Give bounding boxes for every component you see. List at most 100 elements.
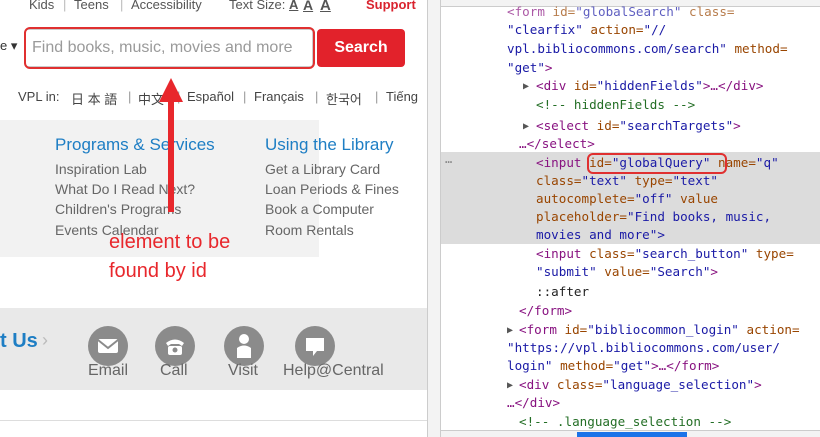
more-options-icon[interactable]: …	[445, 152, 452, 166]
person-icon[interactable]	[224, 326, 264, 366]
dom-comment[interactable]: <!-- hiddenFields -->	[536, 96, 695, 113]
dom-line[interactable]: vpl.bibliocommons.com/search" method=	[507, 40, 788, 57]
selected-dom-line[interactable]: placeholder="Find books, music,	[536, 208, 771, 225]
visit-label[interactable]: Visit	[228, 362, 258, 380]
attr-text: method=	[552, 358, 614, 373]
help-central-label[interactable]: Help@Central	[283, 362, 384, 380]
chat-icon[interactable]	[295, 326, 335, 366]
expand-triangle-icon[interactable]: ▶	[507, 377, 513, 394]
expand-triangle-icon[interactable]: ▶	[523, 118, 529, 135]
selected-dom-line[interactable]: class="text" type="text"	[536, 172, 718, 189]
nav-accessibility-link[interactable]: Accessibility	[131, 0, 202, 12]
attr-text: class=	[589, 246, 635, 261]
nav-teens-link[interactable]: Teens	[74, 0, 109, 12]
tag-text: <select	[536, 118, 597, 133]
search-button[interactable]: Search	[317, 29, 405, 67]
column-heading[interactable]: Programs & Services	[55, 135, 215, 155]
column-link[interactable]: Loan Periods & Fines	[265, 181, 399, 197]
dom-line[interactable]: "get">	[507, 59, 553, 76]
dom-line[interactable]: <select id="searchTargets">	[536, 117, 741, 134]
attr-text: placeholder=	[536, 209, 627, 224]
divider-line	[0, 420, 427, 421]
value-text: "Search"	[649, 264, 711, 279]
attr-text: type=	[748, 246, 794, 261]
selected-dom-line[interactable]: <input id="globalQuery" name="q"	[536, 154, 779, 171]
contact-us-heading[interactable]: t Us	[0, 330, 38, 353]
language-korean-link[interactable]: 한국어	[326, 89, 362, 108]
email-icon[interactable]	[88, 326, 128, 366]
phone-icon[interactable]	[155, 326, 195, 366]
language-spanish-link[interactable]: Español	[187, 89, 234, 104]
dom-line[interactable]: <div class="language_selection">	[519, 376, 762, 393]
panel-divider[interactable]	[427, 0, 441, 437]
pseudo-element-line[interactable]: ::after	[536, 283, 589, 300]
language-french-link[interactable]: Français	[254, 89, 304, 104]
attr-text: name=	[710, 155, 756, 170]
dom-comment[interactable]: <!-- .language_selection -->	[519, 413, 731, 430]
attr-text: id=	[573, 78, 597, 93]
dom-line[interactable]: "submit" value="Search">	[536, 263, 718, 280]
chevron-right-icon: ›	[42, 330, 48, 350]
tag-text: >…</div>	[702, 78, 764, 93]
expand-triangle-icon[interactable]: ▶	[507, 322, 513, 339]
column-heading[interactable]: Using the Library	[265, 135, 394, 155]
column-link[interactable]: Inspiration Lab	[55, 161, 147, 177]
language-vietnamese-link[interactable]: Tiếng	[386, 89, 418, 104]
breadcrumb-selected[interactable]	[577, 432, 687, 437]
tag-text: <div	[536, 78, 574, 93]
language-separator: |	[243, 89, 247, 104]
tag-text: <input	[536, 246, 590, 261]
dom-line[interactable]: <form id="globalSearch" class=	[507, 3, 734, 20]
call-label[interactable]: Call	[160, 362, 188, 380]
text-size-label: Text Size:	[229, 0, 286, 12]
value-text: "text"	[581, 173, 628, 188]
value-text: "submit"	[536, 264, 597, 279]
value-text: "//	[643, 22, 667, 37]
value-text: "globalQuery"	[611, 155, 711, 170]
email-label[interactable]: Email	[88, 362, 128, 380]
nav-kids-link[interactable]: Kids	[29, 0, 54, 12]
search-scope-dropdown[interactable]: e ▾	[0, 38, 17, 54]
value-text: "hiddenFields"	[596, 78, 703, 93]
value-text: "get"	[507, 60, 545, 75]
expand-triangle-icon[interactable]: ▶	[523, 78, 529, 95]
attr-text: value=	[596, 264, 650, 279]
value-text: "language_selection"	[602, 377, 755, 392]
value-text: vpl.bibliocommons.com/search"	[507, 41, 727, 56]
language-chinese-link[interactable]: 中文	[138, 89, 164, 108]
dom-line[interactable]: …</select>	[519, 135, 595, 152]
value-text: login"	[507, 358, 553, 373]
dom-line[interactable]: "clearfix" action="//	[507, 21, 666, 38]
column-link[interactable]: What Do I Read Next?	[55, 181, 195, 197]
dom-line[interactable]: <form id="bibliocommon_login" action=	[519, 321, 800, 338]
dom-line[interactable]: login" method="get">…</form>	[507, 357, 719, 374]
text-size-small-button[interactable]: A	[289, 0, 298, 12]
text-size-large-button[interactable]: A	[320, 0, 331, 14]
attr-text: action=	[738, 322, 800, 337]
value-text: "clearfix"	[507, 22, 583, 37]
text-size-medium-button[interactable]: A	[303, 0, 313, 13]
language-separator: |	[315, 89, 319, 104]
tag-text: >	[754, 377, 762, 392]
dom-line[interactable]: …</div>	[507, 394, 560, 411]
dom-line[interactable]: <input class="search_button" type=	[536, 245, 794, 262]
column-link[interactable]: Book a Computer	[265, 201, 374, 217]
value-text: "off"	[634, 191, 673, 206]
language-label: VPL in:	[18, 89, 60, 104]
value-text: "get"	[613, 358, 652, 373]
language-separator: |	[128, 89, 132, 104]
nav-separator: |	[63, 0, 67, 12]
selected-dom-line[interactable]: movies and more">	[536, 226, 665, 243]
annotation-text: element to be found by id	[109, 231, 231, 282]
column-link[interactable]: Get a Library Card	[265, 161, 380, 177]
language-japanese-link[interactable]: 日 本 語	[71, 89, 117, 108]
support-link[interactable]: Support	[366, 0, 416, 12]
dom-line[interactable]: </form>	[519, 302, 572, 319]
search-input[interactable]	[25, 29, 313, 67]
top-nav: Kids | Teens | Accessibility Text Size: …	[0, 0, 427, 15]
column-link[interactable]: Children's Programs	[55, 201, 181, 217]
selected-dom-line[interactable]: autocomplete="off" value	[536, 190, 718, 207]
dom-line[interactable]: "https://vpl.bibliocommons.com/user/	[507, 339, 780, 356]
dom-line[interactable]: <div id="hiddenFields">…</div>	[536, 77, 764, 94]
library-website: Kids | Teens | Accessibility Text Size: …	[0, 0, 427, 437]
